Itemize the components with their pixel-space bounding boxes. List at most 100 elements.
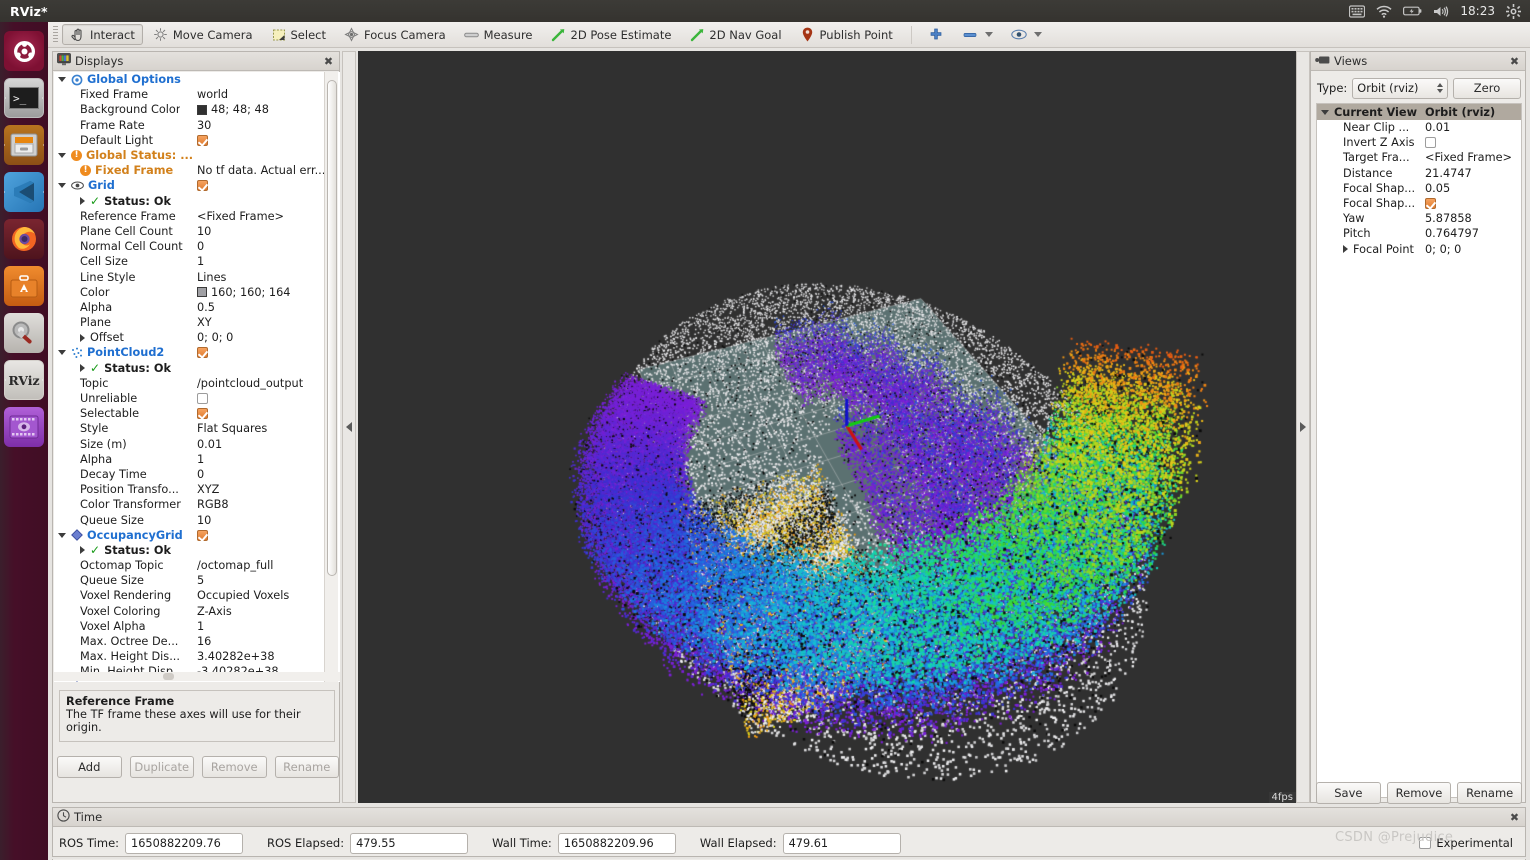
checkbox[interactable]: [197, 180, 208, 192]
experimental-toggle[interactable]: Experimental: [1419, 836, 1527, 850]
close-icon[interactable]: ✖: [1508, 811, 1521, 824]
scrollbar-thumb[interactable]: [327, 80, 337, 576]
tree-row-value-cell[interactable]: 21.4747: [1425, 167, 1472, 180]
launcher-item-firefox[interactable]: [4, 219, 44, 259]
tree-row[interactable]: Yaw 5.87858: [1317, 211, 1521, 226]
volume-icon[interactable]: [1433, 5, 1449, 18]
launcher-item-ubuntu-dash[interactable]: [4, 31, 44, 71]
tree-row-value-cell[interactable]: [197, 347, 208, 359]
checkbox[interactable]: [197, 393, 208, 405]
tree-row[interactable]: Voxel Rendering Occupied Voxels: [54, 588, 325, 603]
tree-row-value-cell[interactable]: 1: [197, 620, 204, 633]
tree-row-value-cell[interactable]: No tf data. Actual err...: [197, 164, 325, 177]
chevron-right-icon[interactable]: [80, 197, 85, 206]
tree-row[interactable]: Color 160; 160; 164: [54, 285, 325, 300]
color-swatch[interactable]: [197, 287, 207, 298]
rename-view-button[interactable]: Rename: [1457, 782, 1523, 804]
chevron-down-icon[interactable]: [58, 532, 66, 538]
tool-move-camera[interactable]: Move Camera: [145, 24, 261, 45]
tree-row[interactable]: Offset 0; 0; 0: [54, 330, 325, 345]
tree-row[interactable]: Decay Time 0: [54, 467, 325, 482]
tree-row[interactable]: Queue Size 10: [54, 512, 325, 527]
tree-row-value-cell[interactable]: 0: [197, 468, 204, 481]
tree-row-value-cell[interactable]: 16: [197, 635, 211, 648]
tree-row-value-cell[interactable]: Lines: [197, 271, 226, 284]
tree-row[interactable]: Size (m) 0.01: [54, 437, 325, 452]
tree-row[interactable]: Unreliable: [54, 391, 325, 406]
clock-label[interactable]: 18:23: [1460, 4, 1495, 18]
tree-row[interactable]: Alpha 1: [54, 452, 325, 467]
tree-row-value-cell[interactable]: Flat Squares: [197, 422, 267, 435]
tool-publish-point[interactable]: Publish Point: [792, 24, 901, 45]
tree-row-value-cell[interactable]: [197, 180, 208, 192]
tree-row[interactable]: Max. Height Dis... 3.40282e+38: [54, 649, 325, 664]
duplicate-button[interactable]: Duplicate: [129, 756, 194, 778]
tree-row[interactable]: PointCloud2: [54, 345, 325, 360]
tree-row-value-cell[interactable]: 0; 0; 0: [1425, 243, 1461, 256]
remove-tool-button[interactable]: [954, 24, 1001, 45]
tree-row[interactable]: ✓ Status: Ok: [54, 543, 325, 558]
tree-row[interactable]: Topic/pointcloud_output: [54, 376, 325, 391]
tree-row-value-cell[interactable]: XY: [197, 316, 212, 329]
3d-viewport[interactable]: 4fps: [358, 51, 1298, 803]
launcher-item-terminal[interactable]: >_: [4, 78, 44, 118]
tree-row-value-cell[interactable]: XYZ: [197, 483, 219, 496]
tree-row[interactable]: Focal Shap...: [1317, 196, 1521, 211]
tree-row[interactable]: Fixed Frame world: [54, 87, 325, 102]
tree-row[interactable]: Selectable: [54, 406, 325, 421]
tree-row[interactable]: OccupancyGrid: [54, 528, 325, 543]
tree-row[interactable]: Alpha 0.5: [54, 300, 325, 315]
experimental-checkbox[interactable]: [1419, 837, 1432, 849]
tree-row-value-cell[interactable]: 5: [197, 574, 204, 587]
tree-row-value-cell[interactable]: 1: [197, 453, 204, 466]
tree-row-value-cell[interactable]: 0.5: [197, 301, 215, 314]
scrollbar-thumb[interactable]: [162, 673, 175, 680]
tree-row-value-cell[interactable]: 3.40282e+38: [197, 650, 275, 663]
tool-interact[interactable]: Interact: [62, 24, 143, 45]
chevron-down-icon[interactable]: [58, 153, 66, 159]
launcher-item-media[interactable]: [4, 407, 44, 447]
tree-row[interactable]: Frame Rate 30: [54, 118, 325, 133]
save-view-button[interactable]: Save: [1316, 782, 1381, 804]
tree-row-value-cell[interactable]: [197, 134, 208, 146]
wifi-icon[interactable]: [1376, 5, 1392, 18]
tree-row-value-cell[interactable]: <Fixed Frame>: [1425, 151, 1512, 164]
tree-row-value-cell[interactable]: /pointcloud_output: [197, 377, 303, 390]
collapse-views-handle[interactable]: [1296, 51, 1310, 803]
checkbox[interactable]: [1425, 137, 1436, 149]
tree-row[interactable]: Global Options: [54, 72, 325, 87]
tree-row[interactable]: Plane Cell Count 10: [54, 224, 325, 239]
remove-button[interactable]: Remove: [202, 756, 267, 778]
tree-row[interactable]: Octomap Topic/octomap_full: [54, 558, 325, 573]
tree-row-value-cell[interactable]: 0; 0; 0: [197, 331, 233, 344]
tree-row-value-cell[interactable]: RGB8: [197, 498, 229, 511]
tree-row-value-cell[interactable]: [197, 393, 208, 405]
tree-row[interactable]: Grid: [54, 178, 325, 193]
launcher-item-software-center[interactable]: [4, 266, 44, 306]
tree-row[interactable]: ✓ Status: Ok: [54, 361, 325, 376]
collapse-displays-handle[interactable]: [342, 51, 356, 803]
tree-row[interactable]: ✓ Status: Ok: [54, 194, 325, 209]
tool-focus-camera[interactable]: Focus Camera: [336, 24, 454, 45]
chevron-down-icon[interactable]: [58, 350, 66, 356]
tree-row-value-cell[interactable]: 0.01: [1425, 121, 1450, 134]
tree-row-value-cell[interactable]: 1: [197, 255, 204, 268]
displays-horizontal-scrollbar[interactable]: [54, 672, 340, 681]
displays-tree-scrollarea[interactable]: Global Options Fixed Frame world Background…: [54, 72, 340, 682]
chevron-down-icon[interactable]: [58, 183, 66, 189]
battery-icon[interactable]: [1403, 5, 1422, 17]
checkbox[interactable]: [1425, 198, 1436, 210]
tool-measure[interactable]: Measure: [456, 24, 541, 45]
tree-row-value-cell[interactable]: 0.764797: [1425, 227, 1479, 240]
render-canvas[interactable]: [358, 51, 1298, 803]
tree-row-value-cell[interactable]: [197, 408, 208, 420]
displays-vertical-scrollbar[interactable]: [324, 72, 338, 682]
tree-row[interactable]: Position Transfo... XYZ: [54, 482, 325, 497]
tree-row[interactable]: Max. Octree De... 16: [54, 634, 325, 649]
wall-elapsed-input[interactable]: 479.61: [782, 832, 901, 854]
tree-row-value-cell[interactable]: 30: [197, 119, 211, 132]
tree-row-value-cell[interactable]: 10: [197, 514, 211, 527]
launcher-item-vscode[interactable]: [4, 172, 44, 212]
ros-elapsed-input[interactable]: 479.55: [350, 832, 469, 854]
tree-row-value-cell[interactable]: 0: [197, 240, 204, 253]
